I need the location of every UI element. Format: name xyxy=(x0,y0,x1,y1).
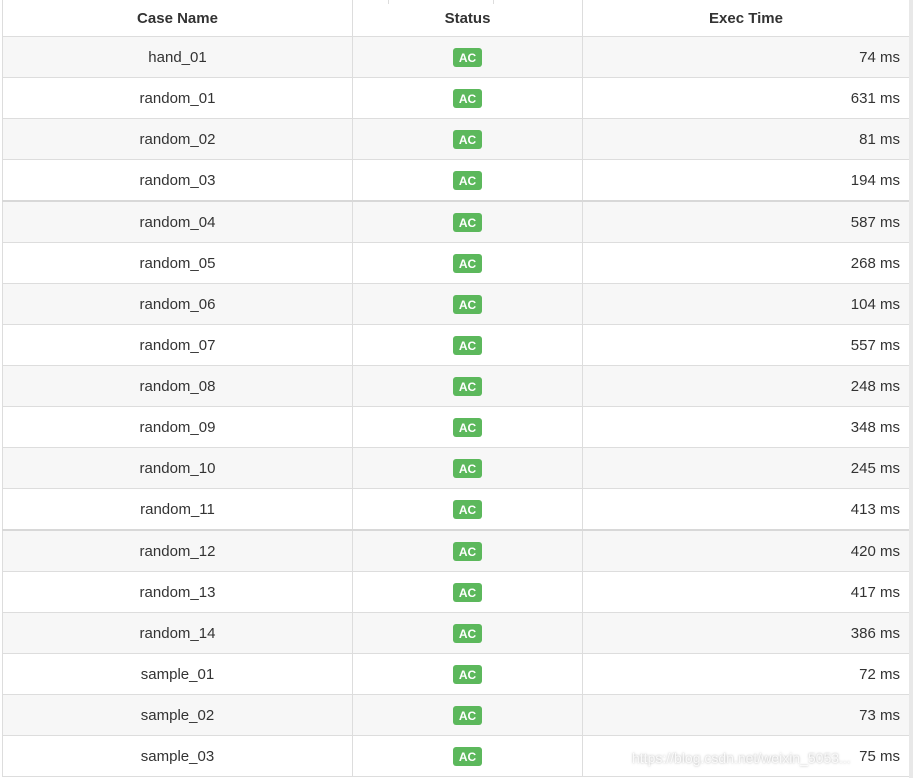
case-name-cell: sample_02 xyxy=(2,694,353,736)
exec-time-cell: 557 ms xyxy=(582,324,910,366)
status-badge: AC xyxy=(452,376,483,396)
table-row: random_14 AC 386 ms xyxy=(2,612,910,654)
column-header-case-name[interactable]: Case Name xyxy=(2,0,353,37)
table-body: hand_01 AC 74 ms random_01 AC 631 ms ran… xyxy=(2,36,910,777)
table-row: random_09 AC 348 ms xyxy=(2,406,910,448)
status-badge: AC xyxy=(452,88,483,108)
status-badge: AC xyxy=(452,541,483,561)
status-badge: AC xyxy=(452,623,483,643)
status-badge: AC xyxy=(452,129,483,149)
table-row: random_06 AC 104 ms xyxy=(2,283,910,325)
table-row: random_02 AC 81 ms xyxy=(2,118,910,160)
table-row: random_07 AC 557 ms xyxy=(2,324,910,366)
case-name-cell: hand_01 xyxy=(2,36,353,78)
table-row: random_01 AC 631 ms xyxy=(2,77,910,119)
right-scroll-edge xyxy=(909,0,913,778)
table-row: random_13 AC 417 ms xyxy=(2,571,910,613)
exec-time-cell: 386 ms xyxy=(582,612,910,654)
case-name-cell: random_13 xyxy=(2,571,353,613)
status-badge: AC xyxy=(452,458,483,478)
exec-time-cell: 104 ms xyxy=(582,283,910,325)
exec-time-cell: 420 ms xyxy=(582,529,910,572)
case-name-cell: random_08 xyxy=(2,365,353,407)
status-cell: AC xyxy=(352,324,583,366)
case-name-cell: sample_01 xyxy=(2,653,353,695)
exec-time-cell: 72 ms xyxy=(582,653,910,695)
test-case-results-table: Case Name Status Exec Time hand_01 AC 74… xyxy=(2,0,910,777)
exec-time-cell: 194 ms xyxy=(582,159,910,202)
status-cell: AC xyxy=(352,200,583,243)
case-name-cell: random_14 xyxy=(2,612,353,654)
status-cell: AC xyxy=(352,529,583,572)
watermark: https://blog.csdn.net/weixin_5053... xyxy=(632,750,851,766)
table-row: sample_02 AC 73 ms xyxy=(2,694,910,736)
case-name-cell: sample_03 xyxy=(2,735,353,777)
status-cell: AC xyxy=(352,488,583,531)
table-header-row: Case Name Status Exec Time xyxy=(2,0,910,37)
table-row: random_12 AC 420 ms xyxy=(2,529,910,572)
status-cell: AC xyxy=(352,571,583,613)
exec-time-cell: 248 ms xyxy=(582,365,910,407)
status-badge: AC xyxy=(452,417,483,437)
status-cell: AC xyxy=(352,653,583,695)
exec-time-cell: 74 ms xyxy=(582,36,910,78)
status-badge: AC xyxy=(452,499,483,519)
table-row: random_05 AC 268 ms xyxy=(2,242,910,284)
exec-time-cell: 348 ms xyxy=(582,406,910,448)
table-row: random_10 AC 245 ms xyxy=(2,447,910,489)
status-badge: AC xyxy=(452,664,483,684)
table-row: random_11 AC 413 ms xyxy=(2,488,910,531)
case-name-cell: random_01 xyxy=(2,77,353,119)
status-cell: AC xyxy=(352,735,583,777)
exec-time-cell: 73 ms xyxy=(582,694,910,736)
status-cell: AC xyxy=(352,159,583,202)
status-badge: AC xyxy=(452,294,483,314)
status-cell: AC xyxy=(352,36,583,78)
case-name-cell: random_05 xyxy=(2,242,353,284)
table-row: sample_01 AC 72 ms xyxy=(2,653,910,695)
case-name-cell: random_11 xyxy=(2,488,353,531)
exec-time-cell: 245 ms xyxy=(582,447,910,489)
status-badge: AC xyxy=(452,705,483,725)
status-cell: AC xyxy=(352,612,583,654)
exec-time-cell: 587 ms xyxy=(582,200,910,243)
case-name-cell: random_04 xyxy=(2,200,353,243)
status-cell: AC xyxy=(352,283,583,325)
status-cell: AC xyxy=(352,694,583,736)
case-name-cell: random_06 xyxy=(2,283,353,325)
exec-time-cell: 631 ms xyxy=(582,77,910,119)
case-name-cell: random_10 xyxy=(2,447,353,489)
exec-time-cell: 417 ms xyxy=(582,571,910,613)
case-name-cell: random_07 xyxy=(2,324,353,366)
status-cell: AC xyxy=(352,365,583,407)
exec-time-cell: 268 ms xyxy=(582,242,910,284)
status-badge: AC xyxy=(452,170,483,190)
status-badge: AC xyxy=(452,47,483,67)
case-name-cell: random_02 xyxy=(2,118,353,160)
case-name-cell: random_09 xyxy=(2,406,353,448)
exec-time-cell: 81 ms xyxy=(582,118,910,160)
status-cell: AC xyxy=(352,406,583,448)
table-row: hand_01 AC 74 ms xyxy=(2,36,910,78)
status-cell: AC xyxy=(352,77,583,119)
table-row: random_04 AC 587 ms xyxy=(2,200,910,243)
column-header-exec-time[interactable]: Exec Time xyxy=(582,0,910,37)
status-badge: AC xyxy=(452,746,483,766)
status-cell: AC xyxy=(352,447,583,489)
table-row: random_03 AC 194 ms xyxy=(2,159,910,202)
case-name-cell: random_12 xyxy=(2,529,353,572)
status-badge: AC xyxy=(452,335,483,355)
status-cell: AC xyxy=(352,118,583,160)
case-name-cell: random_03 xyxy=(2,159,353,202)
status-badge: AC xyxy=(452,212,483,232)
status-cell: AC xyxy=(352,242,583,284)
column-header-status[interactable]: Status xyxy=(352,0,583,37)
status-badge: AC xyxy=(452,253,483,273)
table-row: random_08 AC 248 ms xyxy=(2,365,910,407)
status-badge: AC xyxy=(452,582,483,602)
exec-time-cell: 413 ms xyxy=(582,488,910,531)
